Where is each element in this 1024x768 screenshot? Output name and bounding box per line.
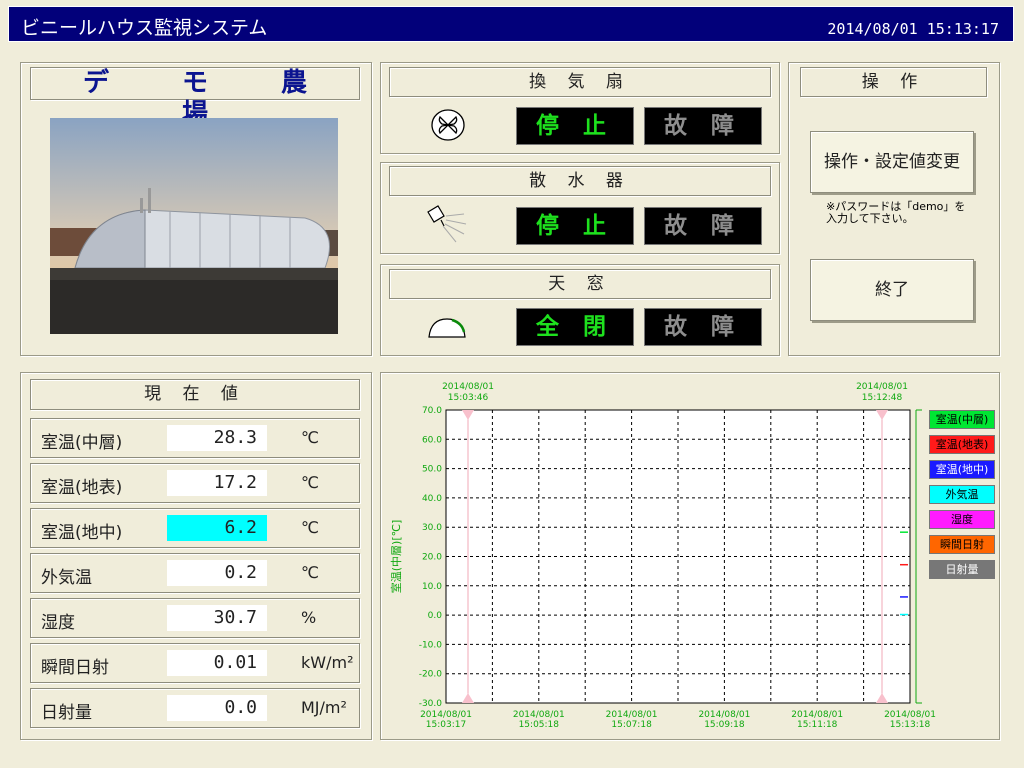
legend-item-indoor-mid[interactable]: 室温(中層) xyxy=(929,410,995,429)
value-display-selected: 6.2 xyxy=(167,515,267,541)
y-axis-label: 室温(中層)[℃] xyxy=(389,520,403,594)
value-row: 日射量 0.0 MJ/m² xyxy=(30,688,360,728)
value-label: 室温(中層) xyxy=(41,433,123,453)
datetime-display: 2014/08/01 15:13:17 xyxy=(827,20,999,38)
y-tick-label: -10.0 xyxy=(419,640,443,650)
value-row: 室温(地中) 6.2 ℃ xyxy=(30,508,360,548)
legend-item-indoor-ground[interactable]: 室温(地中) xyxy=(929,460,995,479)
value-label: 外気温 xyxy=(41,568,92,588)
value-label: 瞬間日射 xyxy=(41,658,109,678)
value-row: 室温(地表) 17.2 ℃ xyxy=(30,463,360,503)
password-note-line2: 入力して下さい。 xyxy=(826,212,914,225)
settings-button[interactable]: 操作・設定値変更 xyxy=(810,131,974,193)
trend-chart[interactable]: 70.0 60.0 50.0 40.0 30.0 20.0 10.0 0.0 -10.0 -20.… xyxy=(380,372,1000,740)
fan-status-lamp: 停 止 xyxy=(516,107,634,145)
current-values-title: 現 在 値 xyxy=(30,379,360,410)
app-title: ビニールハウス監視システム xyxy=(21,17,268,39)
y-tick-label: 50.0 xyxy=(422,465,442,475)
skylight-fault-lamp: 故 障 xyxy=(644,308,762,346)
value-row: 室温(中層) 28.3 ℃ xyxy=(30,418,360,458)
farm-name: デ モ 農 場 xyxy=(30,67,360,129)
legend-item-solar-instant[interactable]: 瞬間日射 xyxy=(929,535,995,554)
x-tick-date: 2014/08/01 xyxy=(420,710,472,720)
sprinkler-status-lamp: 停 止 xyxy=(516,207,634,245)
value-unit: % xyxy=(301,608,317,627)
x-tick-date: 2014/08/01 xyxy=(791,710,843,720)
operations-title: 操 作 xyxy=(800,67,987,97)
value-display: 0.0 xyxy=(167,695,267,721)
value-label: 室温(地中) xyxy=(41,523,123,543)
sprinkler-fault-lamp: 故 障 xyxy=(644,207,762,245)
cursor-left-time: 15:03:46 xyxy=(448,393,489,403)
value-unit: ℃ xyxy=(301,473,319,492)
value-display: 0.2 xyxy=(167,560,267,586)
y-tick-label: 10.0 xyxy=(422,582,442,592)
legend-item-solar-total[interactable]: 日射量 xyxy=(929,560,995,579)
value-display: 17.2 xyxy=(167,470,267,496)
fan-icon xyxy=(430,108,466,146)
legend-item-humidity[interactable]: 湿度 xyxy=(929,510,995,529)
x-tick-date: 2014/08/01 xyxy=(698,710,750,720)
value-row: 湿度 30.7 % xyxy=(30,598,360,638)
x-tick-time: 15:07:18 xyxy=(611,720,652,730)
title-bar: ビニールハウス監視システム 2014/08/01 15:13:17 xyxy=(8,6,1014,42)
y-tick-label: 40.0 xyxy=(422,494,442,504)
cursor-right-date: 2014/08/01 xyxy=(856,382,908,392)
cursor-left-date: 2014/08/01 xyxy=(442,382,494,392)
value-label: 室温(地表) xyxy=(41,478,123,498)
value-unit: ℃ xyxy=(301,563,319,582)
x-tick-time: 15:13:18 xyxy=(890,720,931,730)
fan-fault-lamp: 故 障 xyxy=(644,107,762,145)
value-unit: ℃ xyxy=(301,428,319,447)
value-unit: ℃ xyxy=(301,518,319,537)
value-display: 30.7 xyxy=(167,605,267,631)
value-label: 日射量 xyxy=(41,703,92,723)
x-tick-time: 15:09:18 xyxy=(704,720,745,730)
y-tick-label: -20.0 xyxy=(419,670,443,680)
legend-item-indoor-surface[interactable]: 室温(地表) xyxy=(929,435,995,454)
y-tick-label: 20.0 xyxy=(422,553,442,563)
x-tick-time: 15:05:18 xyxy=(519,720,560,730)
y-tick-label: 70.0 xyxy=(422,406,442,416)
greenhouse-photo xyxy=(50,118,338,334)
x-tick-time: 15:11:18 xyxy=(797,720,838,730)
y-tick-label: -30.0 xyxy=(419,699,443,709)
value-display: 28.3 xyxy=(167,425,267,451)
sprinkler-icon xyxy=(424,204,470,250)
x-tick-date: 2014/08/01 xyxy=(606,710,658,720)
y-tick-label: 60.0 xyxy=(422,435,442,445)
fan-title: 換 気 扇 xyxy=(389,67,771,97)
x-tick-date: 2014/08/01 xyxy=(513,710,565,720)
skylight-icon xyxy=(426,316,468,344)
y-tick-label: 0.0 xyxy=(428,611,443,621)
value-label: 湿度 xyxy=(41,613,75,633)
value-row: 瞬間日射 0.01 kW/m² xyxy=(30,643,360,683)
value-unit: MJ/m² xyxy=(301,698,347,717)
y-tick-label: 30.0 xyxy=(422,523,442,533)
legend-item-outdoor[interactable]: 外気温 xyxy=(929,485,995,504)
exit-button[interactable]: 終了 xyxy=(810,259,974,321)
x-tick-date: 2014/08/01 xyxy=(884,710,936,720)
skylight-title: 天 窓 xyxy=(389,269,771,299)
value-unit: kW/m² xyxy=(301,653,354,672)
password-note: ※パスワードは「demo」を 入力して下さい。 xyxy=(826,201,965,225)
cursor-right-time: 15:12:48 xyxy=(862,393,903,403)
value-display: 0.01 xyxy=(167,650,267,676)
value-row: 外気温 0.2 ℃ xyxy=(30,553,360,593)
skylight-status-lamp: 全 閉 xyxy=(516,308,634,346)
sprinkler-title: 散 水 器 xyxy=(389,166,771,196)
x-tick-time: 15:03:17 xyxy=(426,720,466,730)
